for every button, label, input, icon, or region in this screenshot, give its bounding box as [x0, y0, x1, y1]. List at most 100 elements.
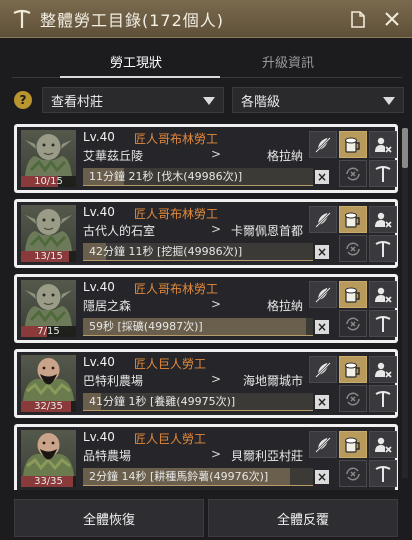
task-status: 59秒 [採礦(49987次)] — [89, 320, 203, 333]
close-icon[interactable] — [382, 9, 402, 29]
worker-level: Lv.40 — [83, 355, 115, 369]
task-progress-bar: 41分鐘 1秒 [養雞(49975次)] — [83, 393, 313, 411]
title-bar: 整體勞工目錄(172個人) — [0, 0, 412, 38]
tab-worker-status[interactable]: 勞工現狀 — [110, 52, 162, 71]
no-feather-icon[interactable] — [309, 356, 337, 383]
help-icon[interactable]: ? — [14, 91, 32, 109]
footer-actions: 全體恢復 全體反覆 — [14, 499, 398, 537]
grade-dropdown-label: 各階級 — [241, 94, 281, 110]
worker-destination: 格拉納 — [267, 149, 304, 163]
beer-icon[interactable] — [339, 206, 367, 233]
worker-location: 品特農場 — [83, 449, 132, 463]
repeat-all-button[interactable]: 全體反覆 — [208, 499, 398, 537]
chevron-down-icon — [203, 97, 215, 105]
upgrade-shovel-icon[interactable] — [369, 460, 397, 487]
worker-level: Lv.40 — [83, 280, 115, 294]
chevron-down-icon — [383, 97, 395, 105]
cancel-task-button[interactable]: × — [315, 170, 329, 184]
memo-icon[interactable] — [348, 9, 368, 29]
repeat-cancel-icon[interactable] — [339, 460, 367, 487]
worker-portrait: 7/15 — [21, 280, 76, 337]
task-progress-bar: 59秒 [採礦(49987次)] — [83, 318, 313, 336]
beer-icon[interactable] — [339, 431, 367, 458]
task-progress-bar: 42分鐘 11秒 [挖掘(49986次)] — [83, 243, 313, 261]
upgrade-shovel-icon[interactable] — [369, 160, 397, 187]
village-dropdown[interactable]: 查看村莊 — [42, 87, 224, 113]
worker-card[interactable]: 32/35 Lv.40 匠人巨人勞工 巴特利農場 > 海地爾城市 41分鐘 1秒… — [14, 349, 398, 418]
cancel-task-button[interactable]: × — [315, 245, 329, 259]
stamina-value: 10/15 — [34, 176, 63, 187]
worker-portrait: 33/35 — [21, 430, 76, 487]
worker-name: 匠人巨人勞工 — [134, 432, 207, 446]
task-status: 11分鐘 21秒 [伐木(49986次)] — [89, 170, 243, 183]
worker-portrait: 32/35 — [21, 355, 76, 412]
worker-card[interactable]: 7/15 Lv.40 匠人哥布林勞工 隱居之森 > 格拉納 59秒 [採礦(49… — [14, 274, 398, 343]
repeat-cancel-icon[interactable] — [339, 235, 367, 262]
worker-location: 艾華茲丘陵 — [83, 149, 144, 163]
dismiss-worker-icon[interactable] — [369, 131, 397, 158]
route-arrow: > — [211, 222, 222, 236]
beer-icon[interactable] — [339, 356, 367, 383]
cancel-task-button[interactable]: × — [315, 320, 329, 334]
upgrade-shovel-icon[interactable] — [369, 310, 397, 337]
grade-dropdown[interactable]: 各階級 — [232, 87, 404, 113]
dismiss-worker-icon[interactable] — [369, 281, 397, 308]
village-dropdown-label: 查看村莊 — [51, 94, 104, 110]
route-arrow: > — [211, 447, 222, 461]
window-title: 整體勞工目錄(172個人) — [40, 10, 225, 30]
stamina-value: 33/35 — [34, 476, 63, 487]
worker-card[interactable]: 33/35 Lv.40 匠人巨人勞工 品特農場 > 貝爾利亞村莊 2分鐘 14秒… — [14, 424, 398, 490]
task-status: 42分鐘 11秒 [挖掘(49986次)] — [89, 245, 243, 258]
beer-icon[interactable] — [339, 131, 367, 158]
no-feather-icon[interactable] — [309, 206, 337, 233]
worker-card-body: 10/15 Lv.40 匠人哥布林勞工 艾華茲丘陵 > 格拉納 11分鐘 21秒… — [17, 127, 397, 190]
dismiss-worker-icon[interactable] — [369, 356, 397, 383]
no-feather-icon[interactable] — [309, 431, 337, 458]
route-arrow: > — [211, 297, 222, 311]
repeat-cancel-icon[interactable] — [339, 385, 367, 412]
filter-bar: ? 查看村莊 各階級 — [10, 87, 406, 113]
repeat-cancel-icon[interactable] — [339, 160, 367, 187]
shovel-icon — [8, 5, 36, 33]
no-feather-icon[interactable] — [309, 131, 337, 158]
no-feather-icon[interactable] — [309, 281, 337, 308]
cancel-task-button[interactable]: × — [315, 395, 329, 409]
stamina-bar: 33/35 — [21, 476, 76, 487]
tab-upgrade-info[interactable]: 升級資訊 — [262, 52, 314, 71]
task-progress-bar: 11分鐘 21秒 [伐木(49986次)] — [83, 168, 313, 186]
stamina-value: 32/35 — [34, 401, 63, 412]
repeat-cancel-icon[interactable] — [339, 310, 367, 337]
active-tab-indicator — [60, 76, 220, 78]
worker-list[interactable]: 10/15 Lv.40 匠人哥布林勞工 艾華茲丘陵 > 格拉納 11分鐘 21秒… — [14, 124, 398, 490]
worker-card-body: 33/35 Lv.40 匠人巨人勞工 品特農場 > 貝爾利亞村莊 2分鐘 14秒… — [17, 427, 397, 490]
worker-card[interactable]: 13/15 Lv.40 匠人哥布林勞工 古代人的石室 > 卡爾佩恩首都 42分鐘… — [14, 199, 398, 268]
route-arrow: > — [211, 372, 222, 386]
task-progress-bar: 2分鐘 14秒 [耕種馬鈴薯(49976次)] — [83, 468, 313, 486]
stamina-bar: 7/15 — [21, 326, 76, 337]
worker-name: 匠人哥布林勞工 — [134, 282, 219, 296]
tab-bar: 勞工現狀 升級資訊 — [0, 46, 412, 80]
dismiss-worker-icon[interactable] — [369, 431, 397, 458]
stamina-value: 13/15 — [34, 251, 63, 262]
worker-level: Lv.40 — [83, 205, 115, 219]
scrollbar-thumb[interactable] — [402, 128, 408, 168]
worker-location: 隱居之森 — [83, 299, 132, 313]
recover-all-button[interactable]: 全體恢復 — [14, 499, 204, 537]
worker-destination: 海地爾城市 — [243, 374, 304, 388]
worker-name: 匠人巨人勞工 — [134, 357, 207, 371]
worker-portrait: 13/15 — [21, 205, 76, 262]
stamina-bar: 32/35 — [21, 401, 76, 412]
worker-destination: 格拉納 — [267, 299, 304, 313]
upgrade-shovel-icon[interactable] — [369, 385, 397, 412]
beer-icon[interactable] — [339, 281, 367, 308]
dismiss-worker-icon[interactable] — [369, 206, 397, 233]
worker-location: 古代人的石室 — [83, 224, 156, 238]
upgrade-shovel-icon[interactable] — [369, 235, 397, 262]
cancel-task-button[interactable]: × — [315, 470, 329, 484]
worker-card[interactable]: 10/15 Lv.40 匠人哥布林勞工 艾華茲丘陵 > 格拉納 11分鐘 21秒… — [14, 124, 398, 193]
scrollbar[interactable] — [402, 128, 408, 478]
worker-portrait: 10/15 — [21, 130, 76, 187]
worker-name: 匠人哥布林勞工 — [134, 132, 219, 146]
worker-destination: 卡爾佩恩首都 — [231, 224, 304, 238]
stamina-bar: 10/15 — [21, 176, 76, 187]
